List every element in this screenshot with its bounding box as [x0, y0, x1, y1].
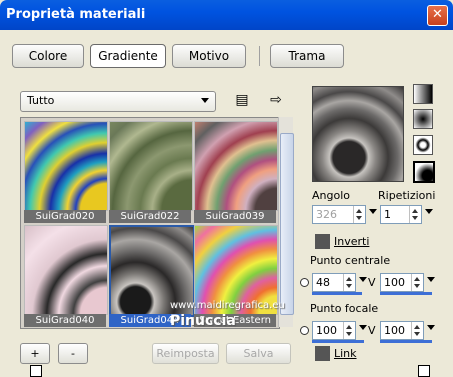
gallery-scrollbar[interactable] [278, 117, 294, 327]
close-button[interactable]: ✕ [427, 5, 448, 26]
center-x-value: 48 [316, 276, 330, 289]
gallery-item-label: SuiGrad020 [24, 210, 106, 223]
category-dropdown[interactable]: Tutto [20, 91, 216, 112]
tab-colore[interactable]: Colore [12, 44, 84, 68]
gallery-item[interactable]: SuiGrad040 [24, 225, 108, 327]
chevron-down-icon[interactable] [369, 209, 377, 214]
center-v-label: V [368, 276, 376, 289]
focal-point-radio[interactable] [300, 326, 309, 335]
gallery-item-label: SuiGrad039 [194, 210, 276, 223]
gallery-item[interactable]: Sweet Eastern [194, 225, 278, 327]
focal-y-spinner[interactable]: 100 [380, 321, 435, 340]
chevron-down-icon[interactable] [359, 325, 367, 330]
chevron-down-icon[interactable] [427, 277, 435, 282]
repeat-label: Ripetizioni [378, 189, 436, 202]
invert-label: Inverti [334, 235, 370, 248]
save-button[interactable]: Salva [226, 343, 291, 364]
center-x-stepper[interactable] [343, 274, 355, 291]
angle-spinner[interactable]: 326 [312, 205, 377, 224]
gradient-thumbnail [24, 121, 108, 211]
center-y-value: 100 [384, 276, 405, 289]
gallery-item-label: SuiGrad022 [109, 210, 191, 223]
reset-button[interactable]: Reimposta [152, 343, 219, 364]
gradient-thumbnail [109, 121, 193, 211]
arrow-right-icon[interactable]: ⇨ [268, 92, 284, 108]
focal-y-stepper[interactable] [411, 322, 423, 339]
gradient-gallery: SuiGrad020 SuiGrad022 SuiGrad039 SuiGrad… [20, 117, 280, 329]
focal-y-value: 100 [384, 324, 405, 337]
category-value: Tutto [27, 94, 55, 107]
focal-x-value: 100 [316, 324, 337, 337]
sunburst-style-button[interactable] [413, 135, 433, 155]
gallery-item[interactable]: SuiGrad039 [194, 121, 278, 223]
repeat-stepper[interactable] [409, 206, 421, 223]
repeat-spinner[interactable]: 1 [380, 205, 433, 224]
link-label: Link [334, 347, 357, 360]
center-y-spinner[interactable]: 100 [380, 273, 435, 292]
focal-v-label: V [368, 324, 376, 337]
gallery-item-selected[interactable]: SuiGrad044 [109, 225, 195, 327]
chevron-down-icon[interactable] [427, 325, 435, 330]
focal-x-stepper[interactable] [343, 322, 355, 339]
tab-trama[interactable]: Trama [270, 44, 344, 68]
center-point-label: Punto centrale [310, 254, 391, 267]
gradient-preview[interactable] [312, 86, 404, 182]
angle-stepper[interactable] [353, 206, 365, 223]
center-y-slider[interactable] [380, 292, 432, 295]
radial-style-button[interactable] [413, 161, 435, 183]
invert-checkbox[interactable] [315, 234, 330, 249]
corner-marker-right [418, 365, 430, 377]
title-bar: Proprietà materiali ✕ [0, 0, 453, 30]
angle-label: Angolo [312, 189, 350, 202]
tab-gradiente[interactable]: Gradiente [90, 44, 166, 68]
focal-point-label: Punto focale [310, 302, 379, 315]
center-point-radio[interactable] [300, 278, 309, 287]
remove-button[interactable]: - [58, 343, 88, 364]
center-y-stepper[interactable] [411, 274, 423, 291]
gallery-item[interactable]: SuiGrad020 [24, 121, 108, 223]
scrollbar-thumb[interactable] [280, 133, 294, 315]
repeat-value: 1 [384, 208, 391, 221]
tab-separator [259, 46, 260, 66]
chevron-down-icon [201, 98, 209, 103]
window-title: Proprietà materiali [6, 7, 146, 22]
corner-marker-left [30, 365, 42, 377]
chevron-down-icon[interactable] [425, 209, 433, 214]
focal-x-slider[interactable] [312, 340, 364, 343]
gradient-thumbnail [194, 121, 278, 211]
gallery-item[interactable]: SuiGrad022 [109, 121, 193, 223]
file-manager-icon[interactable]: ▤ [234, 92, 250, 108]
watermark-url: www.maidiregrafica.eu [170, 300, 285, 311]
chevron-down-icon[interactable] [359, 277, 367, 282]
tab-motivo[interactable]: Motivo [172, 44, 246, 68]
gallery-item-label: SuiGrad040 [24, 314, 106, 327]
focal-x-spinner[interactable]: 100 [312, 321, 367, 340]
focal-y-slider[interactable] [380, 340, 432, 343]
watermark-text: Pinuccia [170, 313, 236, 329]
linear-style-button[interactable] [413, 84, 433, 104]
center-x-spinner[interactable]: 48 [312, 273, 367, 292]
link-checkbox[interactable] [315, 346, 330, 361]
center-x-slider[interactable] [312, 292, 362, 295]
rectangular-style-button[interactable] [413, 109, 433, 129]
angle-value: 326 [316, 208, 337, 221]
gradient-thumbnail [24, 225, 108, 315]
add-button[interactable]: + [20, 343, 50, 364]
